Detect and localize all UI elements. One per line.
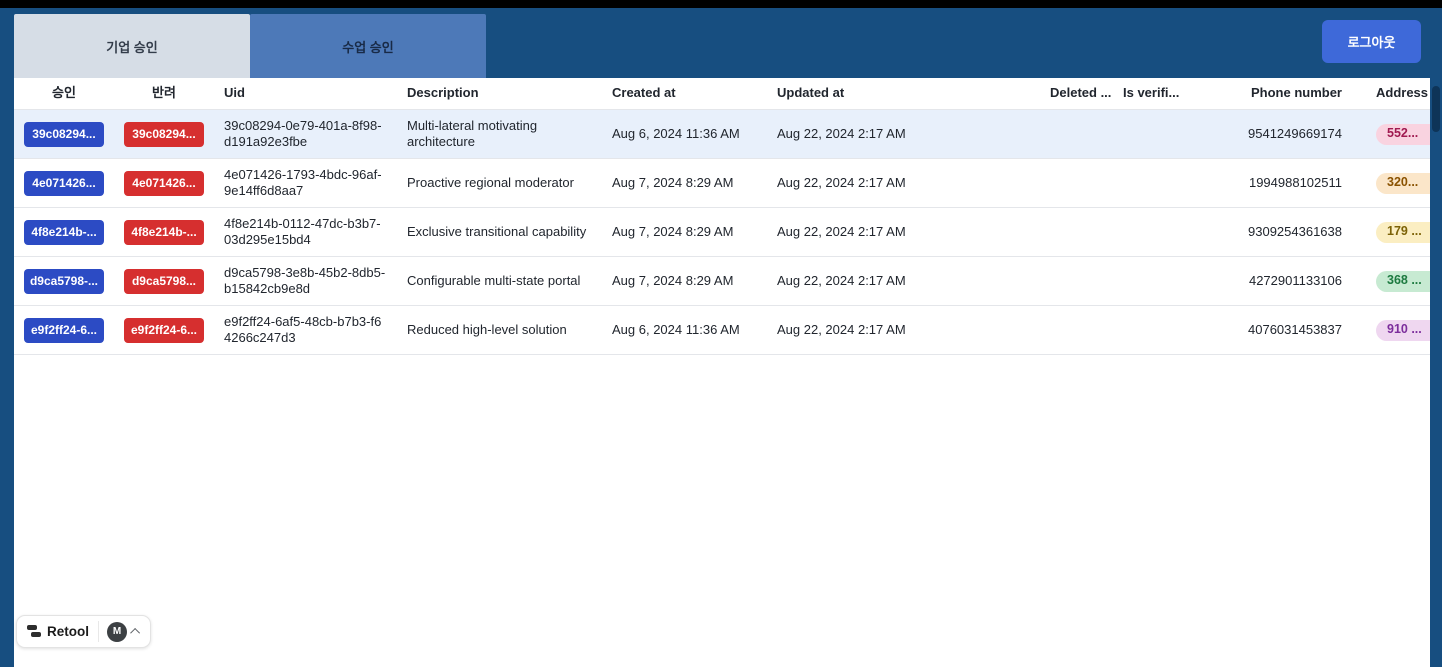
retool-logo-icon (27, 625, 41, 638)
column-header-created-at[interactable]: Created at (602, 85, 767, 101)
description-cell: Exclusive transitional capability (407, 223, 587, 239)
description-cell: Reduced high-level solution (407, 321, 567, 337)
is-verified-cell (1113, 306, 1232, 354)
address-badge: 910 ... (1376, 319, 1430, 341)
address-badge: 179 ... (1376, 221, 1430, 243)
app-header: 기업 승인 수업 승인 로그아웃 (0, 8, 1442, 78)
approve-button[interactable]: 4e071426... (24, 170, 104, 196)
top-bar (0, 0, 1442, 8)
reject-button[interactable]: 4f8e214b-... (124, 219, 204, 245)
deleted-at-cell (1040, 159, 1113, 207)
is-verified-cell (1113, 208, 1232, 256)
created-at-cell: Aug 7, 2024 8:29 AM (612, 223, 734, 239)
created-at-cell: Aug 6, 2024 11:36 AM (612, 125, 740, 141)
address-badge: 552... (1376, 123, 1430, 145)
uid-cell: 39c08294-0e79-401a-8f98-d191a92e3fbe (224, 117, 382, 149)
description-cell: Multi-lateral motivating architecture (407, 117, 538, 149)
uid-cell: 4f8e214b-0112-47dc-b3b7-03d295e15bd4 (224, 215, 381, 247)
column-header-deleted-at[interactable]: Deleted ... (1040, 85, 1113, 101)
approve-button[interactable]: 39c08294... (24, 121, 104, 147)
column-header-description[interactable]: Description (397, 85, 602, 101)
reject-button[interactable]: 39c08294... (124, 121, 204, 147)
phone-number-cell: 9541249669174 (1248, 125, 1342, 141)
uid-cell: d9ca5798-3e8b-45b2-8db5-b15842cb9e8d (224, 264, 386, 296)
phone-number-cell: 4272901133106 (1248, 272, 1342, 288)
table-row[interactable]: e9f2ff24-6... e9f2ff24-6... e9f2ff24-6af… (14, 306, 1430, 355)
phone-number-cell: 4076031453837 (1248, 321, 1342, 337)
deleted-at-cell (1040, 208, 1113, 256)
deleted-at-cell (1040, 110, 1113, 158)
table-row[interactable]: d9ca5798-... d9ca5798... d9ca5798-3e8b-4… (14, 257, 1430, 306)
column-header-updated-at[interactable]: Updated at (767, 85, 1040, 101)
address-badge: 320... (1376, 172, 1430, 194)
description-cell: Configurable multi-state portal (407, 272, 581, 288)
table-header-row: 승인 반려 Uid Description Created at Updated… (14, 78, 1430, 110)
updated-at-cell: Aug 22, 2024 2:17 AM (777, 223, 906, 239)
updated-at-cell: Aug 22, 2024 2:17 AM (777, 125, 906, 141)
scrollbar-thumb[interactable] (1432, 86, 1440, 132)
chevron-up-icon[interactable] (130, 627, 141, 638)
address-badge: 368 ... (1376, 270, 1430, 292)
reject-button[interactable]: e9f2ff24-6... (124, 317, 204, 343)
badge-divider (98, 621, 99, 642)
description-cell: Proactive regional moderator (407, 174, 574, 190)
logout-button[interactable]: 로그아웃 (1322, 20, 1421, 63)
created-at-cell: Aug 7, 2024 8:29 AM (612, 272, 734, 288)
is-verified-cell (1113, 110, 1232, 158)
uid-cell: 4e071426-1793-4bdc-96af-9e14ff6d8aa7 (224, 166, 382, 198)
updated-at-cell: Aug 22, 2024 2:17 AM (777, 272, 906, 288)
column-header-reject[interactable]: 반려 (114, 85, 214, 101)
created-at-cell: Aug 6, 2024 11:36 AM (612, 321, 740, 337)
table-row[interactable]: 4e071426... 4e071426... 4e071426-1793-4b… (14, 159, 1430, 208)
is-verified-cell (1113, 257, 1232, 305)
tab-company-approval[interactable]: 기업 승인 (14, 14, 250, 78)
reject-button[interactable]: d9ca5798... (124, 268, 204, 294)
updated-at-cell: Aug 22, 2024 2:17 AM (777, 321, 906, 337)
avatar[interactable]: M (107, 621, 127, 642)
approve-button[interactable]: d9ca5798-... (24, 268, 104, 294)
uid-cell: e9f2ff24-6af5-48cb-b7b3-f64266c247d3 (224, 313, 382, 345)
column-header-is-verified[interactable]: Is verifi... (1113, 85, 1232, 101)
table-panel: 승인 반려 Uid Description Created at Updated… (14, 78, 1430, 667)
tab-class-approval[interactable]: 수업 승인 (250, 14, 486, 78)
table-row[interactable]: 4f8e214b-... 4f8e214b-... 4f8e214b-0112-… (14, 208, 1430, 257)
created-at-cell: Aug 7, 2024 8:29 AM (612, 174, 734, 190)
phone-number-cell: 9309254361638 (1248, 223, 1342, 239)
phone-number-cell: 1994988102511 (1248, 174, 1342, 190)
approve-button[interactable]: 4f8e214b-... (24, 219, 104, 245)
column-header-uid[interactable]: Uid (214, 85, 397, 101)
column-header-address[interactable]: Address (1352, 85, 1430, 101)
is-verified-cell (1113, 159, 1232, 207)
approve-button[interactable]: e9f2ff24-6... (24, 317, 104, 343)
deleted-at-cell (1040, 257, 1113, 305)
retool-brand-label: Retool (47, 624, 89, 639)
column-header-phone-number[interactable]: Phone number (1232, 85, 1352, 101)
table-row[interactable]: 39c08294... 39c08294... 39c08294-0e79-40… (14, 110, 1430, 159)
deleted-at-cell (1040, 306, 1113, 354)
reject-button[interactable]: 4e071426... (124, 170, 204, 196)
updated-at-cell: Aug 22, 2024 2:17 AM (777, 174, 906, 190)
retool-branding-badge[interactable]: Retool M (16, 615, 151, 648)
tab-bar: 기업 승인 수업 승인 (14, 14, 486, 78)
column-header-approve[interactable]: 승인 (14, 85, 114, 101)
